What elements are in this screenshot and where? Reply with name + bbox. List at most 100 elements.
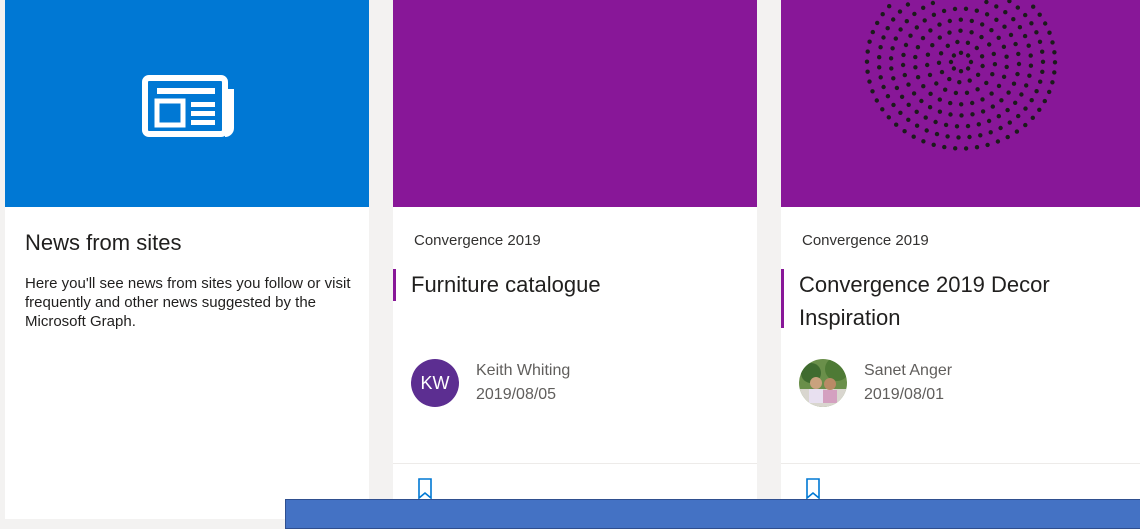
author-name[interactable]: Keith Whiting bbox=[476, 362, 570, 380]
decor-dot bbox=[937, 97, 942, 102]
decor-dot bbox=[1040, 59, 1046, 64]
decor-dot bbox=[885, 94, 891, 99]
decor-dot bbox=[965, 123, 971, 129]
decor-dot bbox=[1002, 24, 1007, 29]
decor-dot bbox=[1028, 53, 1033, 58]
decor-dot bbox=[996, 114, 1001, 119]
decor-dot bbox=[980, 63, 985, 69]
decor-dot bbox=[891, 76, 896, 81]
decor-dot bbox=[1047, 30, 1052, 35]
decor-dot bbox=[1001, 44, 1007, 49]
decor-dot bbox=[914, 109, 919, 115]
decor-dot bbox=[1031, 4, 1036, 9]
decor-dot bbox=[958, 17, 963, 22]
decor-dot bbox=[1017, 25, 1023, 30]
decor-dot bbox=[936, 60, 942, 65]
decor-dot bbox=[943, 87, 948, 92]
news-site-label[interactable]: Convergence 2019 bbox=[414, 232, 541, 249]
decor-dot bbox=[911, 91, 917, 96]
decor-dot bbox=[915, 75, 921, 80]
decor-dot bbox=[999, 98, 1004, 103]
decor-dot bbox=[903, 42, 909, 48]
card-divider bbox=[393, 463, 757, 464]
decor-dot bbox=[901, 52, 906, 58]
decor-dot bbox=[970, 112, 975, 117]
publish-date: 2019/08/05 bbox=[476, 386, 557, 403]
intro-title: News from sites bbox=[25, 230, 182, 255]
news-card[interactable]: Convergence 2019 Furniture catalogue KW … bbox=[393, 0, 757, 519]
decor-dot bbox=[1040, 49, 1045, 54]
decor-dot bbox=[1042, 98, 1047, 104]
decor-dot bbox=[914, 123, 920, 128]
news-card[interactable]: Convergence 2019 Convergence 2019 Decor … bbox=[781, 0, 1140, 519]
decor-dot bbox=[1004, 64, 1009, 70]
decor-dot bbox=[1037, 107, 1042, 113]
decor-dot bbox=[979, 34, 984, 40]
decor-dot bbox=[970, 100, 975, 106]
news-title[interactable]: Convergence 2019 Decor Inspiration bbox=[799, 268, 1119, 334]
news-title[interactable]: Furniture catalogue bbox=[411, 268, 731, 301]
decor-dot bbox=[911, 134, 916, 139]
author-avatar[interactable]: KW bbox=[411, 359, 459, 407]
author-avatar[interactable] bbox=[799, 359, 847, 407]
decor-dot bbox=[878, 45, 883, 50]
decor-dot bbox=[934, 81, 939, 86]
decor-dot bbox=[891, 17, 896, 22]
decor-dot bbox=[1029, 98, 1034, 103]
decor-dot bbox=[886, 115, 891, 120]
decor-dot bbox=[1040, 69, 1045, 75]
bookmark-icon[interactable] bbox=[805, 478, 821, 500]
decor-dot bbox=[969, 18, 974, 24]
decor-dot bbox=[902, 72, 907, 78]
card-divider bbox=[781, 463, 1140, 464]
decor-dot bbox=[865, 69, 870, 74]
decor-dot bbox=[913, 54, 918, 60]
decor-dot bbox=[1037, 39, 1043, 44]
decor-dot bbox=[979, 54, 985, 59]
decor-dot bbox=[952, 6, 958, 12]
decor-dot bbox=[958, 69, 964, 74]
decor-dot bbox=[1050, 40, 1055, 45]
decor-dot bbox=[864, 59, 870, 64]
decor-dot bbox=[942, 144, 947, 150]
news-card-thumbnail[interactable] bbox=[393, 0, 757, 207]
decor-dot bbox=[905, 2, 911, 7]
decor-dot bbox=[963, 6, 969, 11]
decor-dot bbox=[986, 118, 992, 124]
decor-dot bbox=[900, 62, 906, 68]
decor-dot bbox=[887, 3, 892, 9]
decor-dot bbox=[899, 94, 905, 100]
decor-dot-pattern bbox=[864, 0, 1058, 151]
decor-dot bbox=[878, 75, 883, 80]
decor-dot bbox=[992, 61, 998, 67]
decor-dot bbox=[914, 25, 919, 30]
bookmark-icon[interactable] bbox=[417, 478, 433, 500]
decor-dot bbox=[1027, 73, 1032, 78]
decor-dot bbox=[963, 146, 969, 151]
intro-hero bbox=[5, 0, 369, 207]
decor-dot bbox=[965, 66, 971, 71]
decor-dot bbox=[1003, 10, 1008, 15]
news-card-thumbnail[interactable] bbox=[781, 0, 1140, 207]
decor-dot bbox=[937, 35, 942, 40]
decor-dot bbox=[990, 104, 995, 109]
decor-dot bbox=[1007, 0, 1012, 4]
decor-dot bbox=[948, 112, 953, 117]
decor-dot bbox=[945, 43, 950, 48]
author-name[interactable]: Sanet Anger bbox=[864, 362, 952, 380]
decor-dot bbox=[953, 90, 959, 96]
decor-dot bbox=[958, 50, 964, 55]
decor-dot bbox=[948, 59, 954, 65]
decor-dot bbox=[959, 113, 964, 118]
decor-dot bbox=[1052, 50, 1057, 55]
decor-dot bbox=[976, 122, 981, 127]
decor-dot bbox=[951, 66, 957, 71]
decor-dot bbox=[937, 109, 943, 114]
decor-dot bbox=[996, 83, 1002, 89]
news-site-label[interactable]: Convergence 2019 bbox=[802, 232, 929, 249]
decor-dot bbox=[937, 22, 942, 27]
decor-dot bbox=[957, 80, 962, 85]
decor-dot bbox=[928, 28, 933, 33]
decor-dot bbox=[928, 91, 933, 97]
decor-dot bbox=[877, 55, 882, 60]
